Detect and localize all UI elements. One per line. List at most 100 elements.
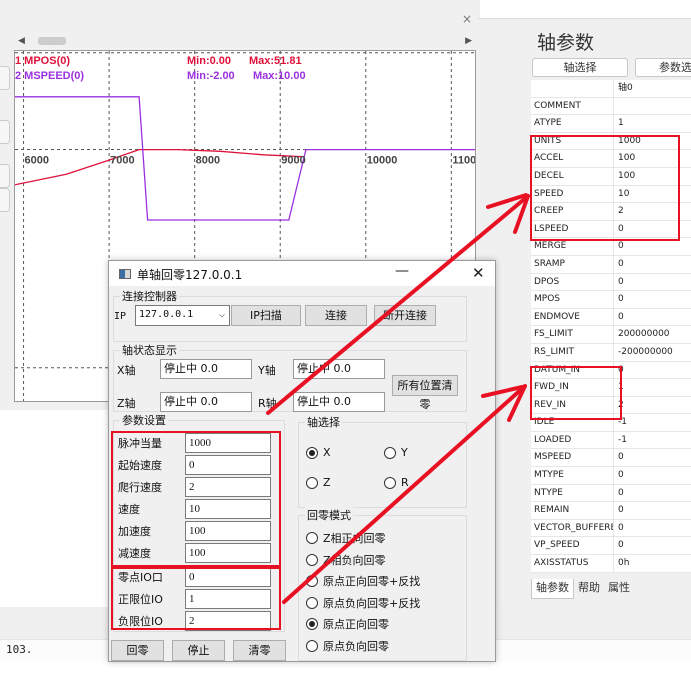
table-row[interactable]: FWD_IN 1: [531, 379, 691, 397]
homing-mode-radio[interactable]: 原点正向回零+反找: [306, 573, 420, 589]
table-row[interactable]: MPOS 0: [531, 291, 691, 309]
table-row[interactable]: DECEL 100: [531, 167, 691, 186]
tab-axis-params[interactable]: 轴参数: [531, 579, 574, 599]
param-value[interactable]: 100: [614, 150, 691, 167]
param-input[interactable]: 2: [185, 611, 271, 631]
radio-unchecked-icon[interactable]: [384, 446, 396, 459]
dock-tab[interactable]: [0, 164, 10, 188]
stop-button[interactable]: 停止: [172, 640, 225, 661]
param-value[interactable]: [614, 98, 691, 115]
scope-horizontal-scrollbar[interactable]: ◀ ▶: [14, 34, 476, 48]
dialog-titlebar[interactable]: 单轴回零127.0.0.1 — ✕: [109, 261, 495, 286]
radio-unchecked-icon[interactable]: [306, 532, 318, 544]
table-row[interactable]: AXISSTATUS 0h: [531, 555, 691, 573]
radio-checked-icon[interactable]: [306, 618, 318, 630]
param-value[interactable]: 100: [614, 168, 691, 185]
param-input[interactable]: 0: [185, 455, 271, 475]
param-input[interactable]: 1000: [185, 433, 271, 453]
axis-select-button[interactable]: 轴选择: [532, 58, 628, 77]
param-value[interactable]: 0: [614, 362, 691, 379]
clear-all-positions-button[interactable]: 所有位置清零: [392, 375, 458, 411]
dock-tab[interactable]: [0, 188, 10, 212]
table-row[interactable]: SRAMP 0: [531, 255, 691, 274]
ip-select[interactable]: 127.0.0.1 ⌵: [135, 305, 230, 326]
scroll-thumb[interactable]: [38, 37, 66, 45]
param-value[interactable]: 200000000: [614, 326, 691, 343]
radio-checked-icon[interactable]: [306, 446, 318, 459]
param-value[interactable]: 0: [614, 221, 691, 238]
axis-radio-r[interactable]: R: [384, 476, 409, 489]
table-row[interactable]: SPEED 10: [531, 185, 691, 204]
clear-zero-button[interactable]: 清零: [233, 640, 286, 661]
close-icon[interactable]: ✕: [472, 264, 485, 282]
radio-unchecked-icon[interactable]: [306, 553, 318, 566]
table-row[interactable]: RS_LIMIT -200000000: [531, 343, 691, 362]
param-select-button[interactable]: 参数选: [635, 58, 691, 77]
param-value[interactable]: 1: [614, 379, 691, 396]
param-value[interactable]: 0: [614, 256, 691, 273]
homing-mode-radio[interactable]: 原点负向回零+反找: [306, 595, 420, 611]
param-value[interactable]: 0: [614, 274, 691, 291]
radio-unchecked-icon[interactable]: [306, 596, 318, 609]
param-value[interactable]: 0: [614, 309, 691, 326]
dock-tab[interactable]: [0, 120, 10, 144]
table-row[interactable]: REV_IN 2: [531, 396, 691, 415]
table-row[interactable]: ACCEL 100: [531, 150, 691, 168]
table-row[interactable]: FS_LIMIT 200000000: [531, 326, 691, 344]
tab-help[interactable]: 帮助: [574, 579, 604, 599]
table-row[interactable]: ENDMOVE 0: [531, 308, 691, 327]
table-row[interactable]: IDLE -1: [531, 414, 691, 432]
param-value[interactable]: 0: [614, 291, 691, 308]
param-value[interactable]: 1000: [614, 133, 691, 150]
param-value[interactable]: 0h: [614, 555, 691, 572]
param-value[interactable]: 10: [614, 186, 691, 203]
ip-scan-button[interactable]: IP扫描: [231, 305, 301, 326]
scroll-left-icon[interactable]: ◀: [18, 36, 25, 46]
homing-mode-radio[interactable]: Z相正向回零: [306, 530, 386, 546]
param-value[interactable]: 2: [614, 397, 691, 414]
table-row[interactable]: LOADED -1: [531, 431, 691, 450]
param-value[interactable]: 0: [614, 520, 691, 537]
param-input[interactable]: 100: [185, 543, 271, 563]
axis-radio-x[interactable]: X: [306, 446, 331, 459]
table-row[interactable]: MSPEED 0: [531, 449, 691, 468]
param-input[interactable]: 10: [185, 499, 271, 519]
homing-mode-radio[interactable]: Z相负向回零: [306, 552, 386, 568]
table-row[interactable]: VECTOR_BUFFERED0: [531, 519, 691, 538]
axis-radio-z[interactable]: Z: [306, 476, 331, 489]
param-value[interactable]: 2: [614, 203, 691, 220]
minimize-icon[interactable]: —: [395, 263, 409, 279]
homing-mode-radio[interactable]: 原点正向回零: [306, 616, 389, 632]
param-value[interactable]: -200000000: [614, 344, 691, 361]
scroll-right-icon[interactable]: ▶: [465, 36, 472, 46]
param-input[interactable]: 1: [185, 589, 271, 609]
param-value[interactable]: 0: [614, 449, 691, 466]
scope-close-icon[interactable]: ×: [462, 12, 472, 26]
table-row[interactable]: COMMENT: [531, 97, 691, 116]
table-row[interactable]: MERGE 0: [531, 238, 691, 256]
param-value[interactable]: 1: [614, 115, 691, 132]
table-row[interactable]: VP_SPEED 0: [531, 537, 691, 556]
param-value[interactable]: 0: [614, 502, 691, 519]
table-row[interactable]: LSPEED 0: [531, 220, 691, 239]
axis-radio-y[interactable]: Y: [384, 446, 408, 459]
connect-button[interactable]: 连接: [305, 305, 367, 326]
radio-unchecked-icon[interactable]: [306, 575, 318, 587]
homing-mode-radio[interactable]: 原点负向回零: [306, 638, 389, 654]
param-input[interactable]: 100: [185, 521, 271, 541]
radio-unchecked-icon[interactable]: [306, 476, 318, 489]
param-value[interactable]: -1: [614, 414, 691, 431]
disconnect-button[interactable]: 断开连接: [374, 305, 436, 326]
table-row[interactable]: DATUM_IN 0: [531, 361, 691, 380]
table-row[interactable]: MTYPE 0: [531, 467, 691, 485]
param-value[interactable]: 0: [614, 238, 691, 255]
param-input[interactable]: 0: [185, 567, 271, 587]
param-value[interactable]: -1: [614, 432, 691, 449]
param-input[interactable]: 2: [185, 477, 271, 497]
table-row[interactable]: CREEP 2: [531, 203, 691, 221]
param-value[interactable]: 0: [614, 537, 691, 554]
param-value[interactable]: 0: [614, 485, 691, 502]
home-button[interactable]: 回零: [111, 640, 164, 661]
radio-unchecked-icon[interactable]: [384, 476, 396, 489]
table-row[interactable]: UNITS 1000: [531, 132, 691, 151]
